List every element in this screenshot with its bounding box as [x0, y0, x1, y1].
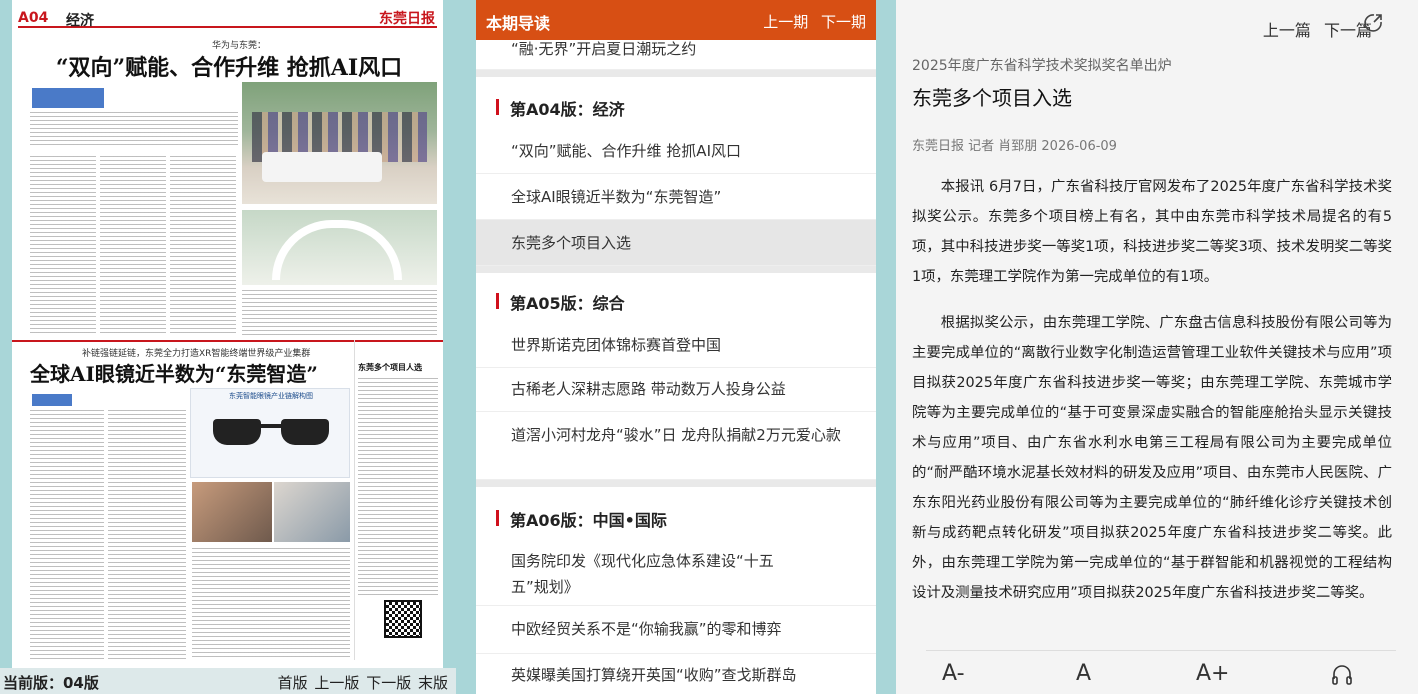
guide-article-link[interactable]: 世界斯诺克团体锦标赛首登中国 [476, 322, 876, 368]
paper-side-title[interactable]: 东莞多个项目人选 [358, 362, 422, 373]
section-gap [476, 480, 876, 487]
paper-masthead: A04 经济 东莞日报 [18, 8, 437, 29]
font-smaller-button[interactable]: A- [942, 661, 965, 686]
guide-header: 本期导读 上一期 下一期 [476, 0, 876, 40]
paper-text-block [100, 156, 166, 336]
paper-photo-arch [242, 210, 437, 285]
article-kicker: 2025年度广东省科学技术奖拟奖名单出炉 [912, 58, 1172, 74]
font-normal-button[interactable]: A [1076, 661, 1091, 686]
first-page-link[interactable]: 首版 [278, 674, 308, 692]
paper-page-number: A04 [18, 10, 49, 26]
guide-article-link[interactable]: 中欧经贸关系不是“你输我赢”的零和博弈 [476, 606, 876, 654]
share-icon[interactable] [1362, 12, 1384, 34]
paper-headline-1[interactable]: “双向”赋能、合作升维 抢抓AI风口 [24, 50, 434, 82]
article-title: 东莞多个项目入选 [912, 86, 1072, 110]
qr-code-icon [384, 600, 422, 638]
guide-article-link[interactable]: “双向”赋能、合作升维 抢抓AI风口 [476, 128, 876, 174]
photo-arch-shape [272, 220, 402, 280]
infographic-title: 东莞智能眼镜产业链解构图 [229, 392, 313, 400]
paper-text-block [170, 156, 236, 336]
guide-article-link[interactable]: 国务院印发《现代化应急体系建设“十五五”规划》 [476, 538, 876, 606]
section-gap [476, 70, 876, 77]
reader-toolbar: A- A A+ [926, 650, 1396, 694]
current-page-label: 当前版：04版 [3, 674, 99, 692]
headphones-icon[interactable] [1330, 663, 1354, 685]
section-heading-a05: 第A05版：综合 [496, 290, 625, 314]
paper-text-block [358, 378, 438, 596]
glasses-icon [213, 419, 329, 445]
article-byline: 东莞日报 记者 肖郅朋 2026-06-09 [912, 139, 1117, 154]
paper-photo-person [192, 482, 272, 542]
prev-page-link[interactable]: 上一版 [314, 674, 359, 692]
guide-title: 本期导读 [486, 14, 551, 33]
glasses-lens-left [213, 419, 261, 445]
glasses-bridge [261, 424, 281, 428]
guide-article-link[interactable]: 道滘小河村龙舟“骏水”日 龙舟队捐献2万元爱心款 [476, 412, 876, 480]
paper-headline-2[interactable]: 全球AI眼镜近半数为“东莞智造” [30, 358, 360, 387]
article-paragraph: 本报讯 6月7日，广东省科技厅官网发布了2025年度广东省科学技术奖拟奖公示。东… [912, 179, 1392, 285]
paper-logo: 东莞日报 [379, 11, 435, 27]
paper-section-name: 经济 [66, 13, 94, 29]
section-gap [476, 266, 876, 273]
paper-photo-person [274, 482, 350, 542]
newspaper-page-image[interactable]: A04 经济 东莞日报 华为与东莞： “双向”赋能、合作升维 抢抓AI风口 补链… [12, 0, 443, 668]
paper-text-block [108, 410, 186, 660]
guide-article-link[interactable]: 全球AI眼镜近半数为“东莞智造” [476, 174, 876, 220]
next-issue-link[interactable]: 下一期 [821, 13, 866, 31]
paper-info-box [32, 394, 72, 406]
photo-sign [262, 152, 382, 182]
last-page-link[interactable]: 末版 [418, 674, 448, 692]
prev-issue-link[interactable]: 上一期 [763, 13, 808, 31]
page-pager-bar: 当前版：04版 首版 上一版 下一版 末版 [0, 668, 456, 694]
paper-text-block [30, 112, 238, 148]
paper-text-block [30, 156, 96, 336]
font-larger-button[interactable]: A+ [1196, 661, 1229, 686]
page-pager-links: 首版 上一版 下一版 末版 [276, 672, 448, 693]
article-paragraph: 根据拟奖公示，由东莞理工学院、广东盘古信息科技股份有限公司等为主要完成单位的“离… [912, 315, 1392, 601]
issue-nav: 上一期 下一期 [755, 11, 866, 32]
paper-info-box [32, 88, 104, 108]
paper-text-block [192, 548, 350, 660]
newspaper-pane: A04 经济 东莞日报 华为与东莞： “双向”赋能、合作升维 抢抓AI风口 补链… [0, 0, 456, 694]
guide-article-link[interactable]: 古稀老人深耕志愿路 带动数万人投身公益 [476, 368, 876, 412]
issue-guide-panel: “融·无界”开启夏日潮玩之约 本期导读 上一期 下一期 第A04版：经济 “双向… [476, 0, 876, 694]
section-heading-a06: 第A06版：中国•国际 [496, 507, 667, 531]
paper-text-block [242, 290, 437, 336]
guide-article-link-active[interactable]: 东莞多个项目入选 [476, 220, 876, 266]
next-page-link[interactable]: 下一版 [366, 674, 411, 692]
glasses-lens-right [281, 419, 329, 445]
article-nav: 上一篇 下一篇 [1255, 17, 1372, 41]
prev-article-link[interactable]: 上一篇 [1263, 21, 1311, 40]
article-panel: 上一篇 下一篇 2025年度广东省科学技术奖拟奖名单出炉 东莞多个项目入选 东莞… [896, 0, 1418, 694]
paper-infographic: 东莞智能眼镜产业链解构图 [190, 388, 350, 478]
paper-photo-group [242, 82, 437, 204]
paper-text-block [30, 410, 104, 660]
section-heading-a04: 第A04版：经济 [496, 96, 625, 120]
guide-article-link[interactable]: 英媒曝美国打算绕开英国“收购”查戈斯群岛 [476, 654, 876, 694]
